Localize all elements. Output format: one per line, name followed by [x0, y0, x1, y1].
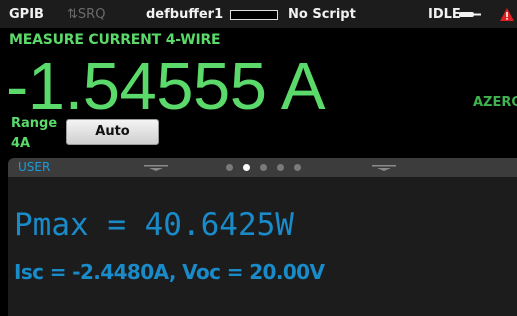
measurement-reading: -1.54555 A: [6, 49, 326, 124]
user-text-line-1: Pmax = 40.6425W: [14, 207, 294, 243]
page-dot[interactable]: [260, 164, 267, 171]
range-value: 4A: [11, 136, 31, 151]
page-dot[interactable]: [243, 164, 250, 171]
user-text-line-2: Isc = -2.4480A, Voc = 20.00V: [14, 260, 325, 284]
warning-icon[interactable]: [500, 8, 514, 21]
measure-function-label[interactable]: MEASURE CURRENT 4-WIRE: [9, 32, 221, 48]
srq-label: SRQ: [77, 7, 106, 22]
user-swipe-panel: [8, 177, 517, 316]
azero-indicator: AZERO: [473, 95, 517, 110]
idle-plug-icon: [459, 12, 481, 17]
grip-left-icon[interactable]: [144, 165, 168, 171]
swipe-title: USER: [18, 160, 51, 174]
range-label: Range: [11, 116, 58, 131]
srq-indicator: ⇅SRQ: [67, 7, 105, 22]
range-auto-button[interactable]: Auto: [66, 119, 159, 145]
grip-right-icon[interactable]: [372, 165, 396, 171]
status-bar[interactable]: GPIB ⇅SRQ defbuffer1 No Script IDLE: [0, 0, 517, 28]
page-dot[interactable]: [226, 164, 233, 171]
buffer-fill-icon[interactable]: [230, 10, 278, 20]
page-dot[interactable]: [277, 164, 284, 171]
trigger-state[interactable]: IDLE: [428, 7, 461, 22]
page-dot[interactable]: [294, 164, 301, 171]
srq-arrows-icon: ⇅: [67, 7, 78, 22]
script-indicator[interactable]: No Script: [288, 7, 356, 22]
interface-indicator: GPIB: [9, 7, 44, 22]
buffer-name[interactable]: defbuffer1: [146, 7, 223, 22]
page-indicator[interactable]: [226, 164, 301, 172]
